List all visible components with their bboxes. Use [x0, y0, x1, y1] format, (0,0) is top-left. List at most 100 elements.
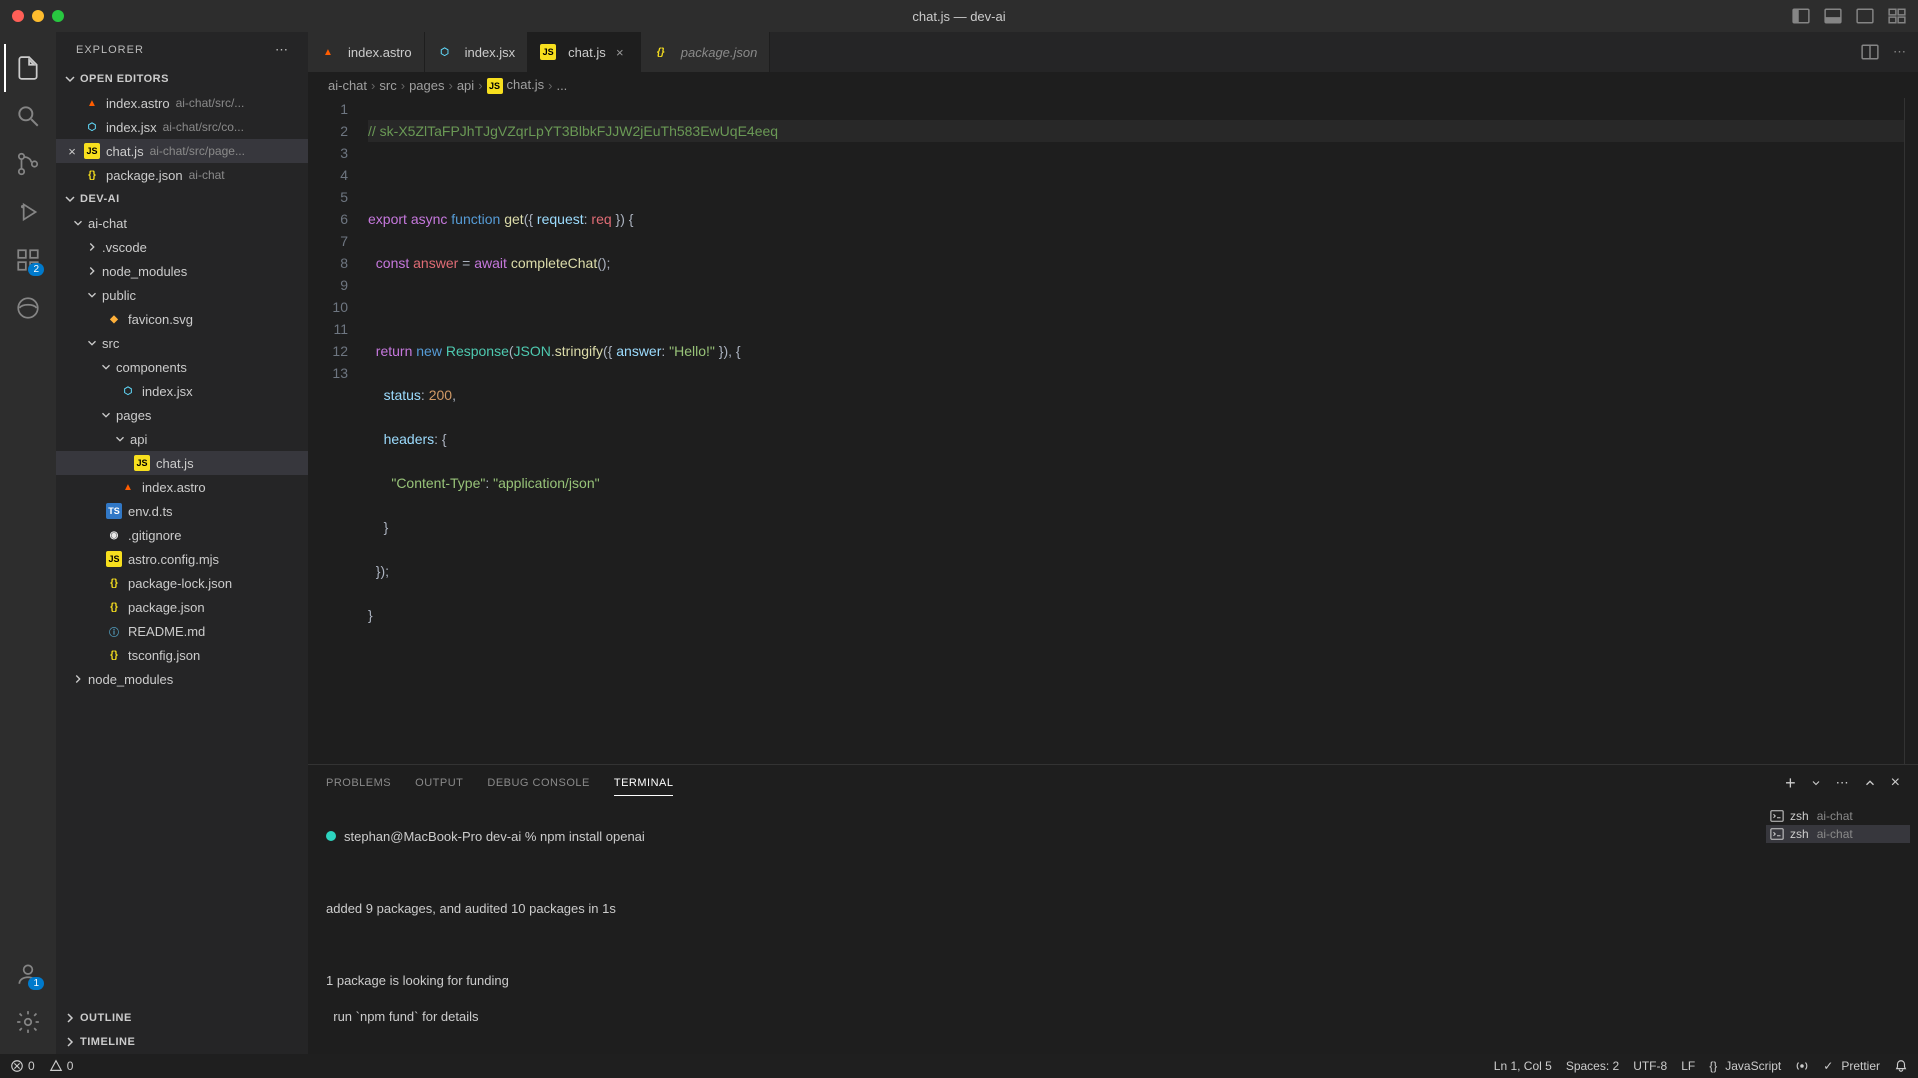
jsx-file-icon: ⬡: [437, 44, 453, 60]
file-item[interactable]: TSenv.d.ts: [56, 499, 308, 523]
encoding-status[interactable]: UTF-8: [1633, 1059, 1667, 1073]
accounts-activity[interactable]: 1: [4, 950, 52, 998]
close-tab-icon[interactable]: ×: [612, 44, 628, 60]
minimap[interactable]: [1904, 98, 1918, 764]
open-editor-item[interactable]: × ▲ index.astro ai-chat/src/...: [56, 91, 308, 115]
extensions-activity[interactable]: 2: [4, 236, 52, 284]
error-icon: [10, 1059, 24, 1073]
problems-tab[interactable]: PROBLEMS: [326, 771, 391, 795]
explorer-sidebar: EXPLORER ⋯ OPEN EDITORS × ▲ index.astro …: [56, 32, 308, 1054]
astro-file-icon: ▲: [320, 44, 336, 60]
minimize-window-button[interactable]: [32, 10, 44, 22]
cursor-position-status[interactable]: Ln 1, Col 5: [1494, 1059, 1552, 1073]
open-editors-section[interactable]: OPEN EDITORS: [56, 67, 308, 91]
folder-item[interactable]: node_modules: [56, 259, 308, 283]
file-item[interactable]: {}tsconfig.json: [56, 643, 308, 667]
editor-tab[interactable]: JS chat.js ×: [528, 32, 641, 72]
file-item[interactable]: {}package-lock.json: [56, 571, 308, 595]
open-editor-item[interactable]: × {} package.json ai-chat: [56, 163, 308, 187]
extensions-badge: 2: [28, 263, 44, 276]
prettier-status[interactable]: ✓Prettier: [1823, 1059, 1880, 1073]
terminal-dropdown-icon[interactable]: [1810, 777, 1822, 789]
maximize-panel-icon[interactable]: [1863, 776, 1877, 790]
gitignore-file-icon: ◉: [106, 527, 122, 543]
jsx-file-icon: ⬡: [84, 119, 100, 135]
broadcast-icon: [1795, 1059, 1809, 1073]
layout-customize-icon[interactable]: [1888, 7, 1906, 25]
folder-item[interactable]: ai-chat: [56, 211, 308, 235]
editor-tab[interactable]: ⬡ index.jsx: [425, 32, 529, 72]
feedback-status[interactable]: [1795, 1059, 1809, 1073]
file-item[interactable]: JSchat.js: [56, 451, 308, 475]
debug-console-tab[interactable]: DEBUG CONSOLE: [487, 771, 589, 795]
terminal-session[interactable]: zsh ai-chat: [1766, 825, 1910, 843]
source-control-activity[interactable]: [4, 140, 52, 188]
folder-item[interactable]: src: [56, 331, 308, 355]
breadcrumbs[interactable]: ai-chat› src› pages› api› JSchat.js› ...: [308, 72, 1918, 98]
file-item[interactable]: ⬡index.jsx: [56, 379, 308, 403]
outline-section[interactable]: OUTLINE: [56, 1006, 308, 1030]
warnings-status[interactable]: 0: [49, 1059, 74, 1073]
settings-activity[interactable]: [4, 998, 52, 1046]
editor-tab[interactable]: ▲ index.astro: [308, 32, 425, 72]
accounts-badge: 1: [28, 977, 44, 990]
svg-file-icon: ◆: [106, 311, 122, 327]
terminal-list: zsh ai-chat zsh ai-chat: [1758, 801, 1918, 1054]
close-panel-button[interactable]: ×: [1891, 774, 1900, 792]
source-control-icon: [15, 151, 41, 177]
code-content[interactable]: // sk-X5ZlTaFPJhTJgVZqrLpYT3BlbkFJJW2jEu…: [368, 98, 1904, 764]
split-editor-icon[interactable]: [1861, 43, 1879, 61]
close-icon[interactable]: ×: [64, 143, 80, 159]
file-item[interactable]: ◉.gitignore: [56, 523, 308, 547]
folder-item[interactable]: components: [56, 355, 308, 379]
debug-activity[interactable]: [4, 188, 52, 236]
open-editor-item[interactable]: × JS chat.js ai-chat/src/page...: [56, 139, 308, 163]
open-editor-item[interactable]: × ⬡ index.jsx ai-chat/src/co...: [56, 115, 308, 139]
folder-item[interactable]: api: [56, 427, 308, 451]
project-section[interactable]: DEV-AI: [56, 187, 308, 211]
folder-item[interactable]: pages: [56, 403, 308, 427]
folder-item[interactable]: node_modules: [56, 667, 308, 691]
explorer-title: EXPLORER: [76, 44, 144, 56]
maximize-window-button[interactable]: [52, 10, 64, 22]
terminal-output[interactable]: stephan@MacBook-Pro dev-ai % npm install…: [308, 801, 1758, 1054]
chevron-down-icon: [85, 288, 99, 302]
language-status[interactable]: {}JavaScript: [1709, 1059, 1781, 1073]
terminal-icon: [1770, 809, 1784, 823]
file-item[interactable]: {}package.json: [56, 595, 308, 619]
errors-status[interactable]: 0: [10, 1059, 35, 1073]
prompt-bullet-icon: [326, 831, 336, 841]
js-file-icon: JS: [134, 455, 150, 471]
explorer-more-button[interactable]: ⋯: [275, 42, 288, 58]
edge-activity[interactable]: [4, 284, 52, 332]
activity-bar: 2 1: [0, 32, 56, 1054]
layout-sidebar-right-icon[interactable]: [1856, 7, 1874, 25]
layout-panel-icon[interactable]: [1824, 7, 1842, 25]
terminal-tab[interactable]: TERMINAL: [614, 771, 674, 796]
js-file-icon: JS: [540, 44, 556, 60]
output-tab[interactable]: OUTPUT: [415, 771, 463, 795]
new-terminal-button[interactable]: +: [1785, 773, 1796, 794]
folder-item[interactable]: public: [56, 283, 308, 307]
eol-status[interactable]: LF: [1681, 1059, 1695, 1073]
json-file-icon: {}: [653, 44, 669, 60]
folder-item[interactable]: .vscode: [56, 235, 308, 259]
editor-more-button[interactable]: ⋯: [1893, 44, 1906, 60]
code-editor[interactable]: 12345678910111213 // sk-X5ZlTaFPJhTJgVZq…: [308, 98, 1918, 764]
file-item[interactable]: ⓘREADME.md: [56, 619, 308, 643]
timeline-section[interactable]: TIMELINE: [56, 1030, 308, 1054]
terminal-session[interactable]: zsh ai-chat: [1766, 807, 1910, 825]
notifications-status[interactable]: [1894, 1059, 1908, 1073]
indentation-status[interactable]: Spaces: 2: [1566, 1059, 1619, 1073]
close-window-button[interactable]: [12, 10, 24, 22]
explorer-activity[interactable]: [4, 44, 52, 92]
file-item[interactable]: ◆favicon.svg: [56, 307, 308, 331]
file-item[interactable]: ▲index.astro: [56, 475, 308, 499]
layout-sidebar-left-icon[interactable]: [1792, 7, 1810, 25]
chevron-down-icon: [99, 408, 113, 422]
file-item[interactable]: JSastro.config.mjs: [56, 547, 308, 571]
json-file-icon: {}: [106, 575, 122, 591]
editor-tab[interactable]: {} package.json: [641, 32, 771, 72]
search-activity[interactable]: [4, 92, 52, 140]
panel-more-button[interactable]: ⋯: [1836, 775, 1849, 791]
